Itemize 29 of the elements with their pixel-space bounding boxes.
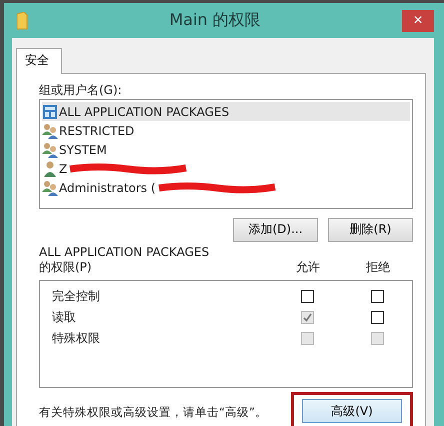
package-icon xyxy=(42,104,58,120)
users-icon xyxy=(42,142,58,158)
user-item[interactable]: RESTRICTED xyxy=(42,121,410,140)
user-item[interactable]: SYSTEM xyxy=(42,140,410,159)
permissions-label: ALL APPLICATION PACKAGES xyxy=(39,244,210,259)
checkbox[interactable] xyxy=(370,290,384,303)
window-title: Main 的权限 xyxy=(168,10,262,31)
advanced-button[interactable]: 高级(V) xyxy=(302,399,402,423)
list-button[interactable]: 删除(R) xyxy=(328,218,413,242)
user-item[interactable]: ALL APPLICATION PACKAGES xyxy=(42,102,410,121)
folder-icon xyxy=(16,12,28,30)
user-item[interactable]: Z xyxy=(42,159,410,178)
permission-name: 读取 xyxy=(51,308,77,326)
user-item[interactable]: Administrators ( xyxy=(42,178,410,197)
hint-text: 有关特殊权限或高级设置，请单击“高级”。 xyxy=(39,404,267,420)
users-icon xyxy=(42,180,58,196)
close-button[interactable]: × xyxy=(402,10,434,32)
users-icon xyxy=(42,122,58,138)
tab[interactable]: 安全 xyxy=(16,48,62,74)
checkbox[interactable] xyxy=(300,290,314,303)
permissions-label: 的权限(P) xyxy=(39,258,93,276)
permission-name: 特殊权限 xyxy=(51,330,101,347)
permission-name: 完全控制 xyxy=(51,288,101,305)
column-header: 拒绝 xyxy=(365,258,391,276)
list-button[interactable]: 添加(D)... xyxy=(233,218,318,242)
user-icon xyxy=(42,160,58,176)
group-label: 组或用户名(G): xyxy=(39,82,123,99)
checkbox[interactable] xyxy=(370,310,384,324)
column-header: 允许 xyxy=(295,258,321,276)
